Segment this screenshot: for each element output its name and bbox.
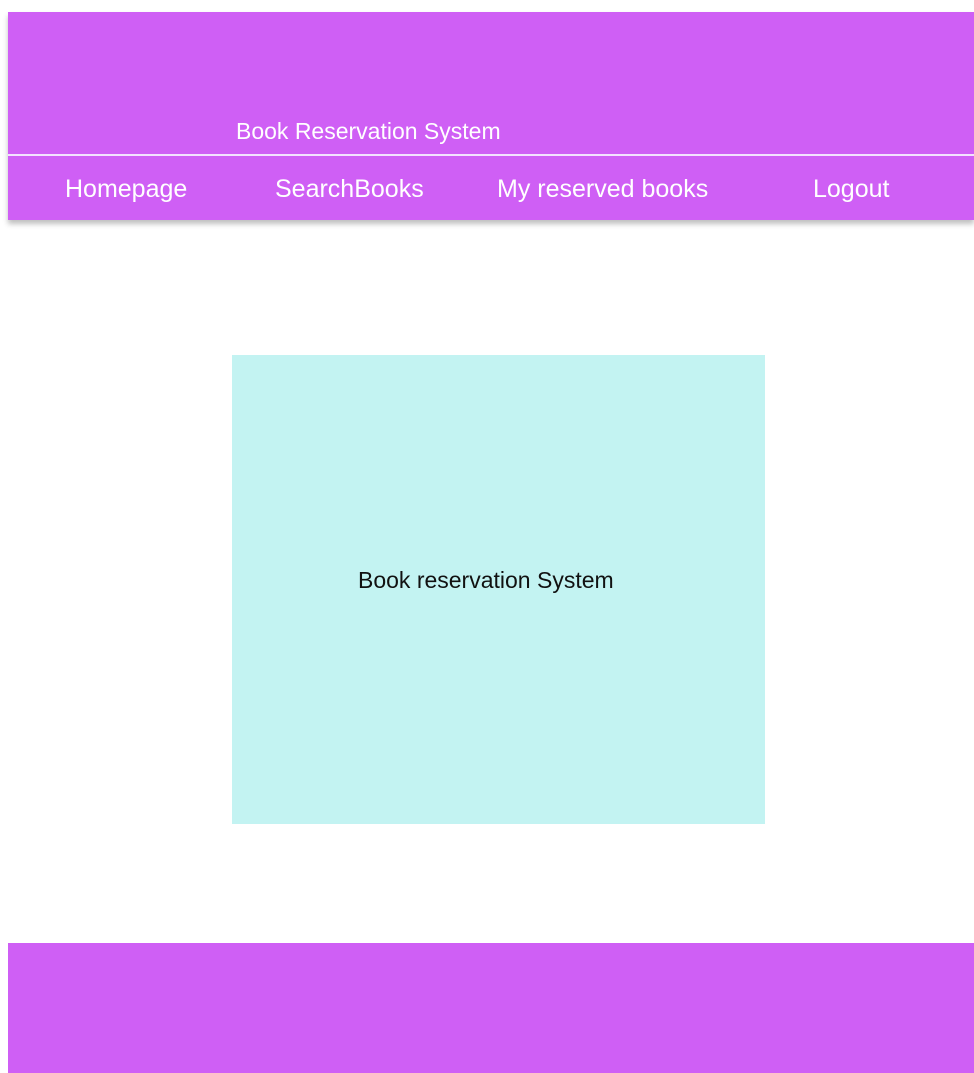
hero-title: Book reservation System [358,567,614,593]
nav-my-reserved-books-link[interactable]: My reserved books [497,173,708,205]
header-divider [8,154,974,156]
nav-search-books-link[interactable]: SearchBooks [275,173,424,205]
nav-homepage-link[interactable]: Homepage [65,173,187,205]
site-header: Book Reservation System Homepage SearchB… [8,12,974,220]
hero-panel: Book reservation System [232,355,765,824]
site-footer [8,943,974,1073]
nav-logout-link[interactable]: Logout [813,173,889,205]
site-title: Book Reservation System [236,118,501,144]
page: Book Reservation System Homepage SearchB… [0,0,974,1073]
